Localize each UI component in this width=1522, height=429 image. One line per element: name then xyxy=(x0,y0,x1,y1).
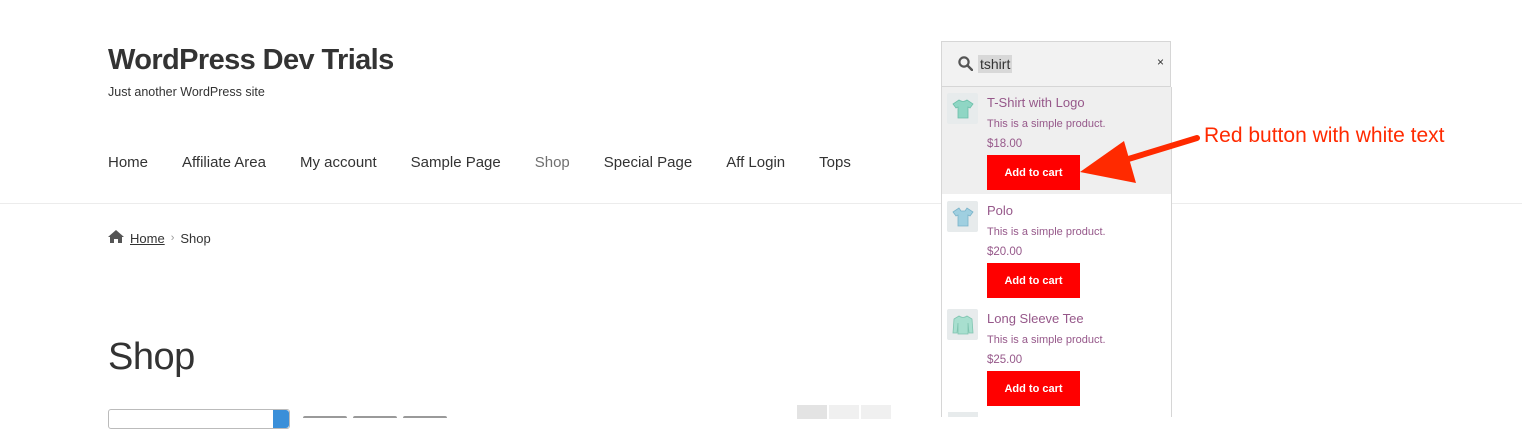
site-title[interactable]: WordPress Dev Trials xyxy=(108,44,394,77)
nav-item-sample-page[interactable]: Sample Page xyxy=(411,154,501,171)
add-to-cart-button[interactable]: Add to cart xyxy=(987,371,1080,406)
product-name[interactable]: T-Shirt with Logo xyxy=(987,95,1085,110)
product-name[interactable]: Long Sleeve Tee xyxy=(987,311,1084,326)
search-result-item[interactable]: Long Sleeve Tee This is a simple product… xyxy=(942,303,1171,410)
product-price: $18.00 xyxy=(987,138,1023,150)
arrow-icon xyxy=(1076,128,1200,191)
annotation-text: Red button with white text xyxy=(1204,124,1445,147)
nav-item-tops[interactable]: Tops xyxy=(819,154,851,171)
product-description: This is a simple product. xyxy=(987,226,1106,238)
breadcrumb-current: Shop xyxy=(180,230,211,246)
home-icon xyxy=(108,230,124,246)
breadcrumb: Home › Shop xyxy=(108,230,211,246)
product-search-box[interactable]: tshirt × xyxy=(941,41,1171,87)
page-title: Shop xyxy=(108,336,195,378)
search-input[interactable]: tshirt xyxy=(978,55,1013,73)
product-price: $20.00 xyxy=(987,246,1023,258)
product-price: $25.00 xyxy=(987,354,1023,366)
shirt-icon xyxy=(947,93,978,124)
product-name[interactable]: Polo xyxy=(987,203,1013,218)
shirt-icon xyxy=(947,309,978,340)
add-to-cart-button[interactable]: Add to cart xyxy=(987,155,1080,190)
chevron-down-icon xyxy=(273,410,289,428)
nav-item-home[interactable]: Home xyxy=(108,154,148,171)
add-to-cart-button[interactable]: Add to cart xyxy=(987,263,1080,298)
nav-item-aff-login[interactable]: Aff Login xyxy=(726,154,785,171)
primary-nav: Home Affiliate Area My account Sample Pa… xyxy=(108,154,885,171)
product-description: This is a simple product. xyxy=(987,334,1106,346)
sort-select[interactable] xyxy=(108,409,290,429)
nav-item-affiliate-area[interactable]: Affiliate Area xyxy=(182,154,266,171)
nav-item-shop[interactable]: Shop xyxy=(535,154,570,171)
chevron-right-icon: › xyxy=(170,232,175,244)
nav-item-special-page[interactable]: Special Page xyxy=(604,154,692,171)
site-tagline: Just another WordPress site xyxy=(108,85,265,99)
search-result-item[interactable] xyxy=(948,412,978,417)
header-divider xyxy=(0,203,1522,204)
search-result-item[interactable]: Polo This is a simple product. $20.00 Ad… xyxy=(942,195,1171,302)
breadcrumb-home-link[interactable]: Home xyxy=(130,231,165,246)
close-icon[interactable]: × xyxy=(1157,55,1164,69)
search-icon xyxy=(958,56,974,76)
shirt-icon xyxy=(947,201,978,232)
nav-item-my-account[interactable]: My account xyxy=(300,154,377,171)
